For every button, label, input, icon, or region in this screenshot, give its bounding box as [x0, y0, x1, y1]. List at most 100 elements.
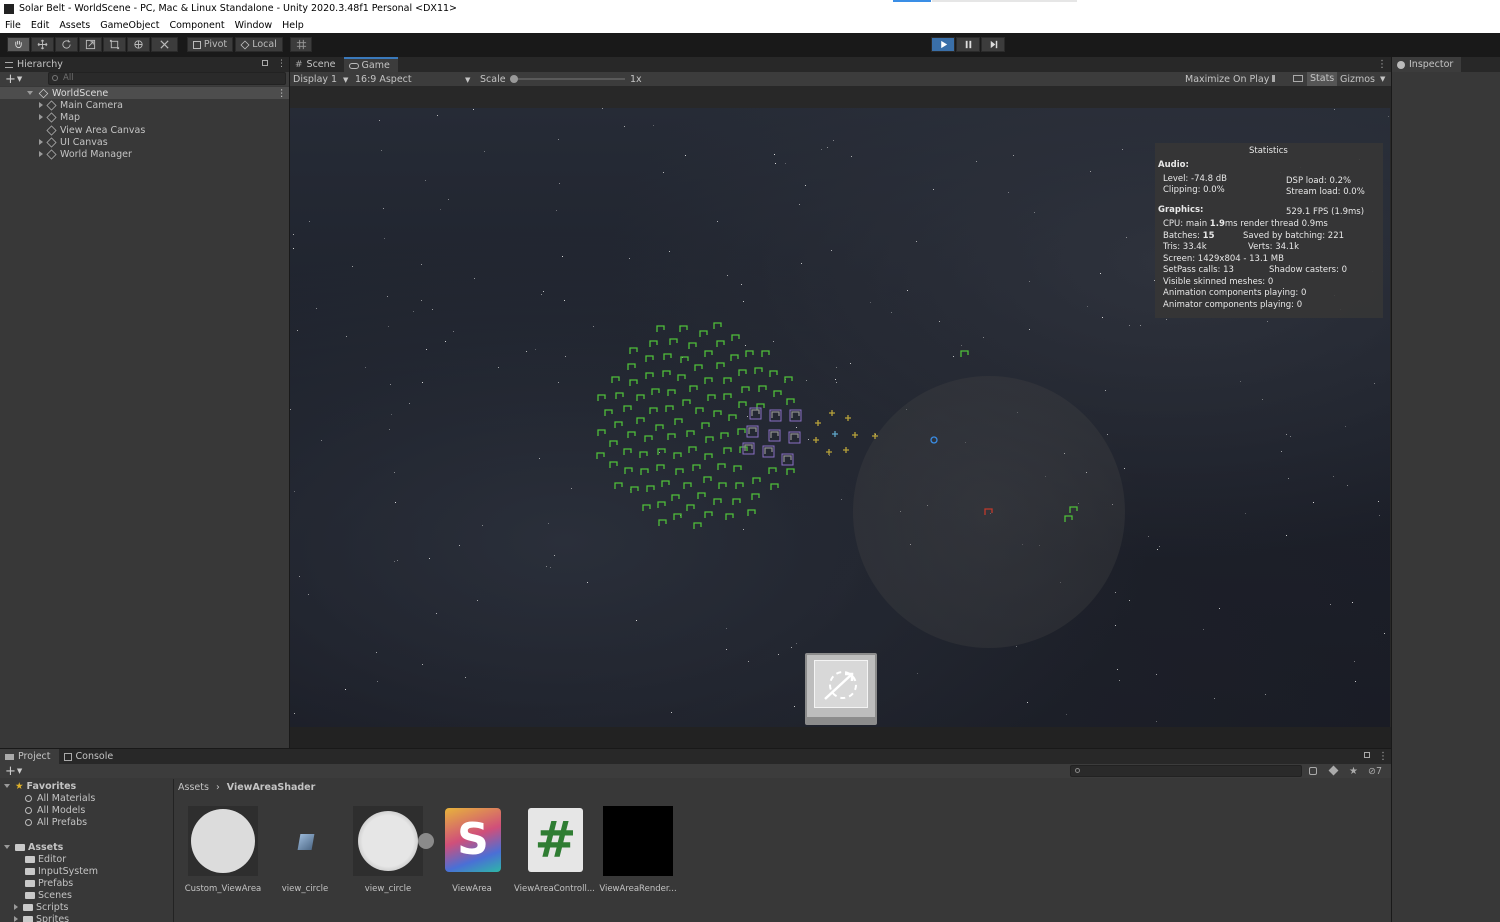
stats-toggle[interactable]: Stats	[1307, 72, 1338, 86]
tab-inspector[interactable]: Inspector	[1392, 57, 1462, 72]
unit-marker[interactable]	[754, 367, 763, 374]
kebab-menu-icon[interactable]: ⋮	[1378, 751, 1388, 762]
unit-marker[interactable]	[667, 389, 676, 396]
asset-item[interactable]: view_circle	[265, 806, 345, 894]
menu-window[interactable]: Window	[235, 20, 272, 31]
tab-project[interactable]: Project	[0, 749, 59, 764]
unit-marker[interactable]	[791, 411, 800, 418]
unit-marker[interactable]	[744, 444, 753, 451]
star-icon[interactable]: ★	[1349, 766, 1358, 777]
unit-marker[interactable]	[673, 452, 682, 459]
unit-marker[interactable]	[786, 468, 795, 475]
unit-marker[interactable]	[683, 482, 692, 489]
unit-marker[interactable]	[674, 418, 683, 425]
lock-icon[interactable]	[262, 60, 268, 66]
lock-icon[interactable]	[1364, 752, 1370, 758]
asteroid-marker[interactable]	[832, 431, 838, 437]
scale-tool-button[interactable]	[79, 37, 102, 52]
unit-marker[interactable]	[697, 492, 706, 499]
maximize-on-play-toggle[interactable]: Maximize On Play	[1185, 74, 1269, 85]
scene-row[interactable]: WorldScene ⋮	[0, 87, 289, 99]
unit-marker[interactable]	[769, 370, 778, 377]
unit-marker[interactable]	[675, 468, 684, 475]
unit-marker[interactable]	[657, 448, 666, 455]
unit-marker[interactable]	[604, 409, 613, 416]
hierarchy-item[interactable]: World Manager	[0, 148, 289, 160]
unit-marker[interactable]	[693, 522, 702, 529]
unit-marker[interactable]	[636, 417, 645, 424]
unit-marker[interactable]	[745, 350, 754, 357]
unit-marker[interactable]	[614, 482, 623, 489]
unit-marker[interactable]	[1064, 515, 1073, 522]
asset-item[interactable]: ViewAreaRender...	[598, 806, 678, 894]
hierarchy-item[interactable]: Map	[0, 111, 289, 123]
unit-marker[interactable]	[614, 421, 623, 428]
unit-marker[interactable]	[629, 379, 638, 386]
custom-tool-button[interactable]	[151, 37, 178, 52]
unit-marker[interactable]	[667, 433, 676, 440]
unit-marker[interactable]	[623, 448, 632, 455]
hierarchy-item[interactable]: UI Canvas	[0, 136, 289, 148]
unit-marker[interactable]	[748, 427, 757, 434]
unit-marker[interactable]	[758, 385, 767, 392]
unit-marker[interactable]	[731, 334, 740, 341]
unit-marker[interactable]	[751, 409, 760, 416]
unit-marker[interactable]	[680, 356, 689, 363]
unit-marker[interactable]	[783, 455, 792, 462]
favorites-header[interactable]: ★ Favorites	[4, 780, 76, 792]
unit-marker[interactable]	[609, 461, 618, 468]
unit-marker[interactable]	[786, 398, 795, 405]
unit-marker[interactable]	[661, 480, 670, 487]
asteroid-marker[interactable]	[852, 432, 858, 438]
target-ring-icon[interactable]	[930, 436, 938, 444]
step-button[interactable]	[981, 37, 1005, 52]
unit-marker[interactable]	[673, 513, 682, 520]
unit-marker[interactable]	[679, 325, 688, 332]
unit-marker[interactable]	[692, 464, 701, 471]
unit-marker[interactable]	[686, 504, 695, 511]
unit-marker[interactable]	[627, 363, 636, 370]
unit-marker[interactable]	[656, 325, 665, 332]
unit-marker[interactable]	[597, 429, 606, 436]
unit-marker[interactable]	[623, 405, 632, 412]
unit-marker[interactable]	[713, 410, 722, 417]
unit-marker[interactable]	[705, 436, 714, 443]
unit-marker[interactable]	[689, 385, 698, 392]
unit-marker[interactable]	[764, 447, 773, 454]
unit-marker[interactable]	[735, 482, 744, 489]
asset-item[interactable]: S ViewArea	[432, 806, 512, 894]
unit-marker[interactable]	[725, 513, 734, 520]
scale-slider[interactable]	[510, 75, 625, 83]
expand-arrow-icon[interactable]	[14, 916, 18, 922]
unit-marker[interactable]	[646, 485, 655, 492]
asteroid-marker[interactable]	[845, 415, 851, 421]
hierarchy-search-input[interactable]: All	[48, 72, 286, 85]
project-search-input[interactable]	[1070, 765, 1302, 777]
pivot-toggle[interactable]: Pivot	[187, 37, 233, 52]
unit-marker[interactable]	[713, 322, 722, 329]
hidden-packages-icon[interactable]: ⊘7	[1368, 766, 1382, 777]
hierarchy-item[interactable]: View Area Canvas	[0, 124, 289, 136]
unit-marker[interactable]	[790, 433, 799, 440]
unit-marker[interactable]	[694, 364, 703, 371]
tab-scene[interactable]: # Scene	[290, 57, 344, 72]
unit-marker[interactable]	[751, 493, 760, 500]
expand-arrow-icon[interactable]	[4, 845, 10, 849]
unit-marker[interactable]	[640, 468, 649, 475]
asteroid-marker[interactable]	[843, 447, 849, 453]
asteroid-marker[interactable]	[829, 410, 835, 416]
unit-marker[interactable]	[704, 377, 713, 384]
menu-component[interactable]: Component	[169, 20, 224, 31]
chevron-down-icon[interactable]: ▼	[17, 75, 22, 83]
move-tool-button[interactable]	[31, 37, 54, 52]
unit-marker[interactable]	[717, 463, 726, 470]
kebab-menu-icon[interactable]: ⋮	[277, 59, 286, 69]
filter-by-label-icon[interactable]	[1328, 765, 1339, 776]
unit-marker[interactable]	[699, 330, 708, 337]
play-button[interactable]	[931, 37, 955, 52]
unit-marker[interactable]	[671, 494, 680, 501]
unit-marker[interactable]	[704, 350, 713, 357]
aspect-select[interactable]: 16:9 Aspect ▼	[355, 74, 473, 85]
unit-marker[interactable]	[686, 430, 695, 437]
display-select[interactable]: Display 1 ▼	[293, 74, 349, 85]
